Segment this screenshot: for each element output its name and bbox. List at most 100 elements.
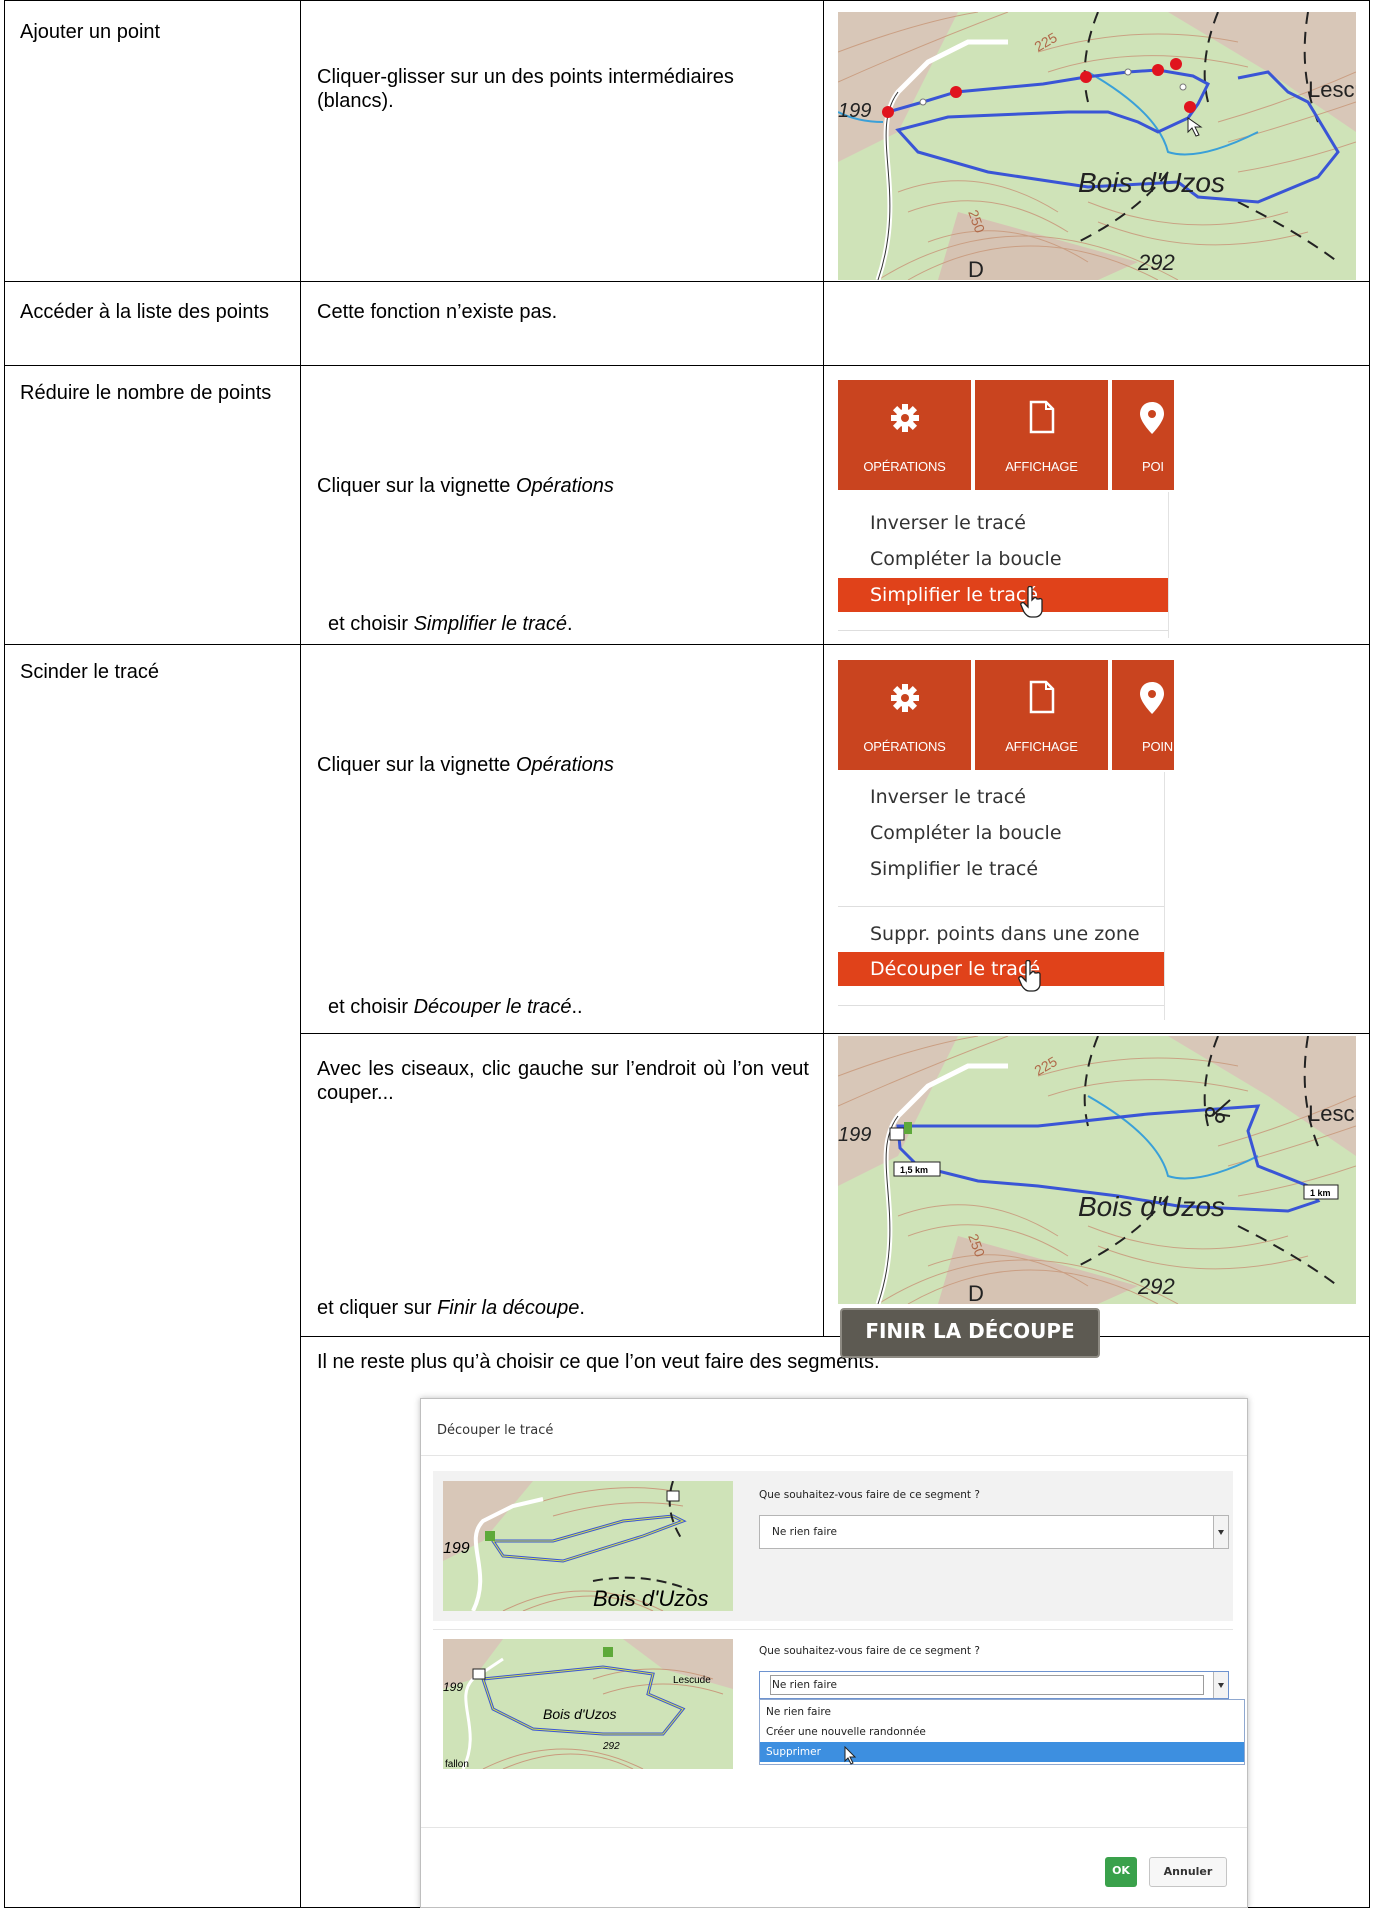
map-pin-icon bbox=[1140, 402, 1164, 434]
thumb2-alt292: 292 bbox=[602, 1741, 620, 1752]
row-label-reduce-points: Réduire le nombre de points bbox=[20, 382, 272, 404]
instruction-segments: Il ne reste plus qu’à choisir ce que l’o… bbox=[317, 1351, 880, 1373]
map1-alt-292: 292 bbox=[1137, 250, 1175, 275]
map2-alt-292: 292 bbox=[1137, 1274, 1175, 1299]
instruction-split-b-prefix: et choisir bbox=[328, 996, 414, 1018]
menu-item-reverse-2[interactable]: Inverser le tracé bbox=[838, 780, 1164, 814]
instruction-reduce-b-prefix: et choisir bbox=[328, 613, 414, 635]
thumb1-alt: 199 bbox=[443, 1540, 470, 1557]
menu-item-complete-loop[interactable]: Compléter la boucle bbox=[838, 542, 1168, 576]
chevron-down-icon[interactable] bbox=[1213, 1672, 1228, 1698]
hand-cursor-icon bbox=[1018, 960, 1041, 992]
instruction-split-b-suffix: .. bbox=[571, 996, 583, 1018]
dialog-title: Découper le tracé bbox=[437, 1423, 554, 1438]
instruction-reduce-a: Cliquer sur la vignette Opérations bbox=[317, 474, 807, 498]
instruction-split-a-em: Opérations bbox=[515, 754, 614, 776]
document-icon bbox=[1029, 400, 1055, 434]
cut-dialog: Découper le tracé 199 Bois d'Uzos Que so… bbox=[420, 1398, 1248, 1908]
menu-item-simplify[interactable]: Simplifier le tracé bbox=[838, 578, 1168, 612]
segment-2-thumbnail: 199 Lescude Bois d'Uzos 292 fallon bbox=[443, 1639, 733, 1769]
tile-affichage[interactable]: AFFICHAGE bbox=[975, 380, 1108, 490]
tile-operations[interactable]: OPÉRATIONS bbox=[838, 380, 971, 490]
segment-2-select[interactable]: Ne rien faire bbox=[759, 1671, 1229, 1699]
segment-1-question: Que souhaitez-vous faire de ce segment ? bbox=[759, 1489, 980, 1501]
menu-screenshot-cut: OPÉRATIONS AFFICHAGE POIN Inverser le tr… bbox=[838, 660, 1174, 1020]
finish-cut-button[interactable]: FINIR LA DÉCOUPE bbox=[840, 1308, 1100, 1358]
thumb2-place: Bois d'Uzos bbox=[543, 1706, 616, 1722]
gear-icon bbox=[891, 684, 919, 712]
option-delete[interactable]: Supprimer bbox=[760, 1742, 1244, 1762]
arrow-cursor-icon bbox=[844, 1746, 857, 1765]
map2-dist-1: 1 km bbox=[1310, 1188, 1331, 1198]
menu-item-complete-loop-2[interactable]: Compléter la boucle bbox=[838, 816, 1164, 850]
menu-screenshot-simplify: OPÉRATIONS AFFICHAGE POI Inverser le tra… bbox=[838, 380, 1174, 638]
tile-operations-label: OPÉRATIONS bbox=[863, 459, 946, 474]
instruction-reduce-a-em: Opérations bbox=[515, 475, 614, 497]
option-new-hike[interactable]: Créer une nouvelle randonnée bbox=[760, 1722, 1244, 1742]
instruction-split-a: Cliquer sur la vignette Opérations bbox=[317, 753, 807, 777]
map2-lescu: Lescu bbox=[1308, 1101, 1356, 1126]
instruction-finish-suffix: . bbox=[579, 1297, 585, 1319]
thumb2-fallon: fallon bbox=[445, 1759, 469, 1769]
segment-2-select-value: Ne rien faire bbox=[772, 1679, 837, 1691]
segment-row-1: 199 Bois d'Uzos Que souhaitez-vous faire… bbox=[433, 1471, 1233, 1621]
instruction-reduce-b: et choisir Simplifier le tracé. bbox=[328, 612, 818, 636]
operations-menu-2: Inverser le tracé Compléter la boucle Si… bbox=[838, 772, 1165, 1020]
instruction-add-point: Cliquer-glisser sur un des points interm… bbox=[317, 66, 734, 112]
tile-operations-2[interactable]: OPÉRATIONS bbox=[838, 660, 971, 770]
segment-2-dropdown: Ne rien faire Créer une nouvelle randonn… bbox=[759, 1699, 1245, 1765]
segment-1-thumbnail: 199 Bois d'Uzos bbox=[443, 1481, 733, 1611]
map1-lescu: Lescu bbox=[1308, 77, 1356, 102]
instruction-reduce-b-suffix: . bbox=[566, 613, 573, 635]
map-scissors: 1,5 km 1 km 199 225 Lescu Bois d'Uzos 25… bbox=[838, 1036, 1356, 1304]
option-do-nothing[interactable]: Ne rien faire bbox=[760, 1702, 1244, 1722]
thumb1-place: Bois d'Uzos bbox=[593, 1586, 708, 1611]
row-label-add-point: Ajouter un point bbox=[20, 21, 161, 43]
map1-road-d: D bbox=[968, 257, 984, 280]
map2-dist-1-5: 1,5 km bbox=[900, 1165, 928, 1175]
tile-affichage-2[interactable]: AFFICHAGE bbox=[975, 660, 1108, 770]
operations-menu: Inverser le tracé Compléter la boucle Si… bbox=[838, 492, 1169, 638]
instruction-finish: et cliquer sur Finir la découpe. bbox=[317, 1296, 807, 1320]
segment-row-2: 199 Lescude Bois d'Uzos 292 fallon Que s… bbox=[433, 1631, 1245, 1795]
chevron-down-icon[interactable] bbox=[1213, 1516, 1228, 1548]
menu-item-delete-zone[interactable]: Suppr. points dans une zone bbox=[838, 917, 1164, 951]
menu-item-reverse[interactable]: Inverser le tracé bbox=[838, 506, 1168, 540]
instruction-list-points: Cette fonction n’existe pas. bbox=[317, 301, 558, 323]
map2-alt-199: 199 bbox=[838, 1124, 871, 1146]
tile-affichage-2-label: AFFICHAGE bbox=[1005, 739, 1078, 754]
map-pin-icon bbox=[1140, 682, 1164, 714]
instruction-reduce-a-prefix: Cliquer sur la vignette bbox=[317, 475, 516, 497]
map2-road-d: D bbox=[968, 1281, 984, 1304]
segment-2-question: Que souhaitez-vous faire de ce segment ? bbox=[759, 1645, 980, 1657]
row-label-split-track: Scinder le tracé bbox=[20, 661, 159, 683]
tile-operations-2-label: OPÉRATIONS bbox=[863, 739, 946, 754]
map1-bois: Bois d'Uzos bbox=[1078, 167, 1225, 198]
hand-cursor-icon bbox=[1020, 586, 1043, 618]
map-add-point: 199 225 Lescu Bois d'Uzos 250 292 D bbox=[838, 12, 1356, 280]
instruction-finish-em: Finir la découpe bbox=[437, 1297, 580, 1319]
thumb2-lescude: Lescude bbox=[673, 1675, 711, 1686]
instruction-split-b: et choisir Découper le tracé.. bbox=[328, 995, 818, 1019]
tile-points-label: POI bbox=[1142, 459, 1164, 474]
map2-bois: Bois d'Uzos bbox=[1078, 1191, 1225, 1222]
instruction-split-b-em: Découper le tracé bbox=[413, 996, 572, 1018]
instruction-reduce-b-em: Simplifier le tracé bbox=[413, 613, 567, 635]
menu-item-cut[interactable]: Découper le tracé bbox=[838, 952, 1164, 986]
cancel-button[interactable]: Annuler bbox=[1149, 1857, 1227, 1887]
ok-button[interactable]: OK bbox=[1105, 1857, 1137, 1887]
menu-item-simplify-2[interactable]: Simplifier le tracé bbox=[838, 852, 1164, 886]
instruction-split-a-prefix: Cliquer sur la vignette bbox=[317, 754, 516, 776]
gear-icon bbox=[891, 404, 919, 432]
map1-alt-199: 199 bbox=[838, 100, 871, 122]
segment-1-select-value: Ne rien faire bbox=[772, 1526, 837, 1538]
document-icon bbox=[1029, 680, 1055, 714]
row-label-list-points: Accéder à la liste des points bbox=[20, 301, 270, 323]
segment-1-select[interactable]: Ne rien faire bbox=[759, 1515, 1229, 1549]
thumb2-alt: 199 bbox=[443, 1680, 463, 1694]
tile-points-2-label: POIN bbox=[1142, 739, 1173, 754]
tile-points-2[interactable]: POIN bbox=[1112, 660, 1174, 770]
tile-points[interactable]: POI bbox=[1112, 380, 1174, 490]
instruction-scissors: Avec les ciseaux, clic gauche sur l’endr… bbox=[317, 1058, 809, 1104]
tile-affichage-label: AFFICHAGE bbox=[1005, 459, 1078, 474]
